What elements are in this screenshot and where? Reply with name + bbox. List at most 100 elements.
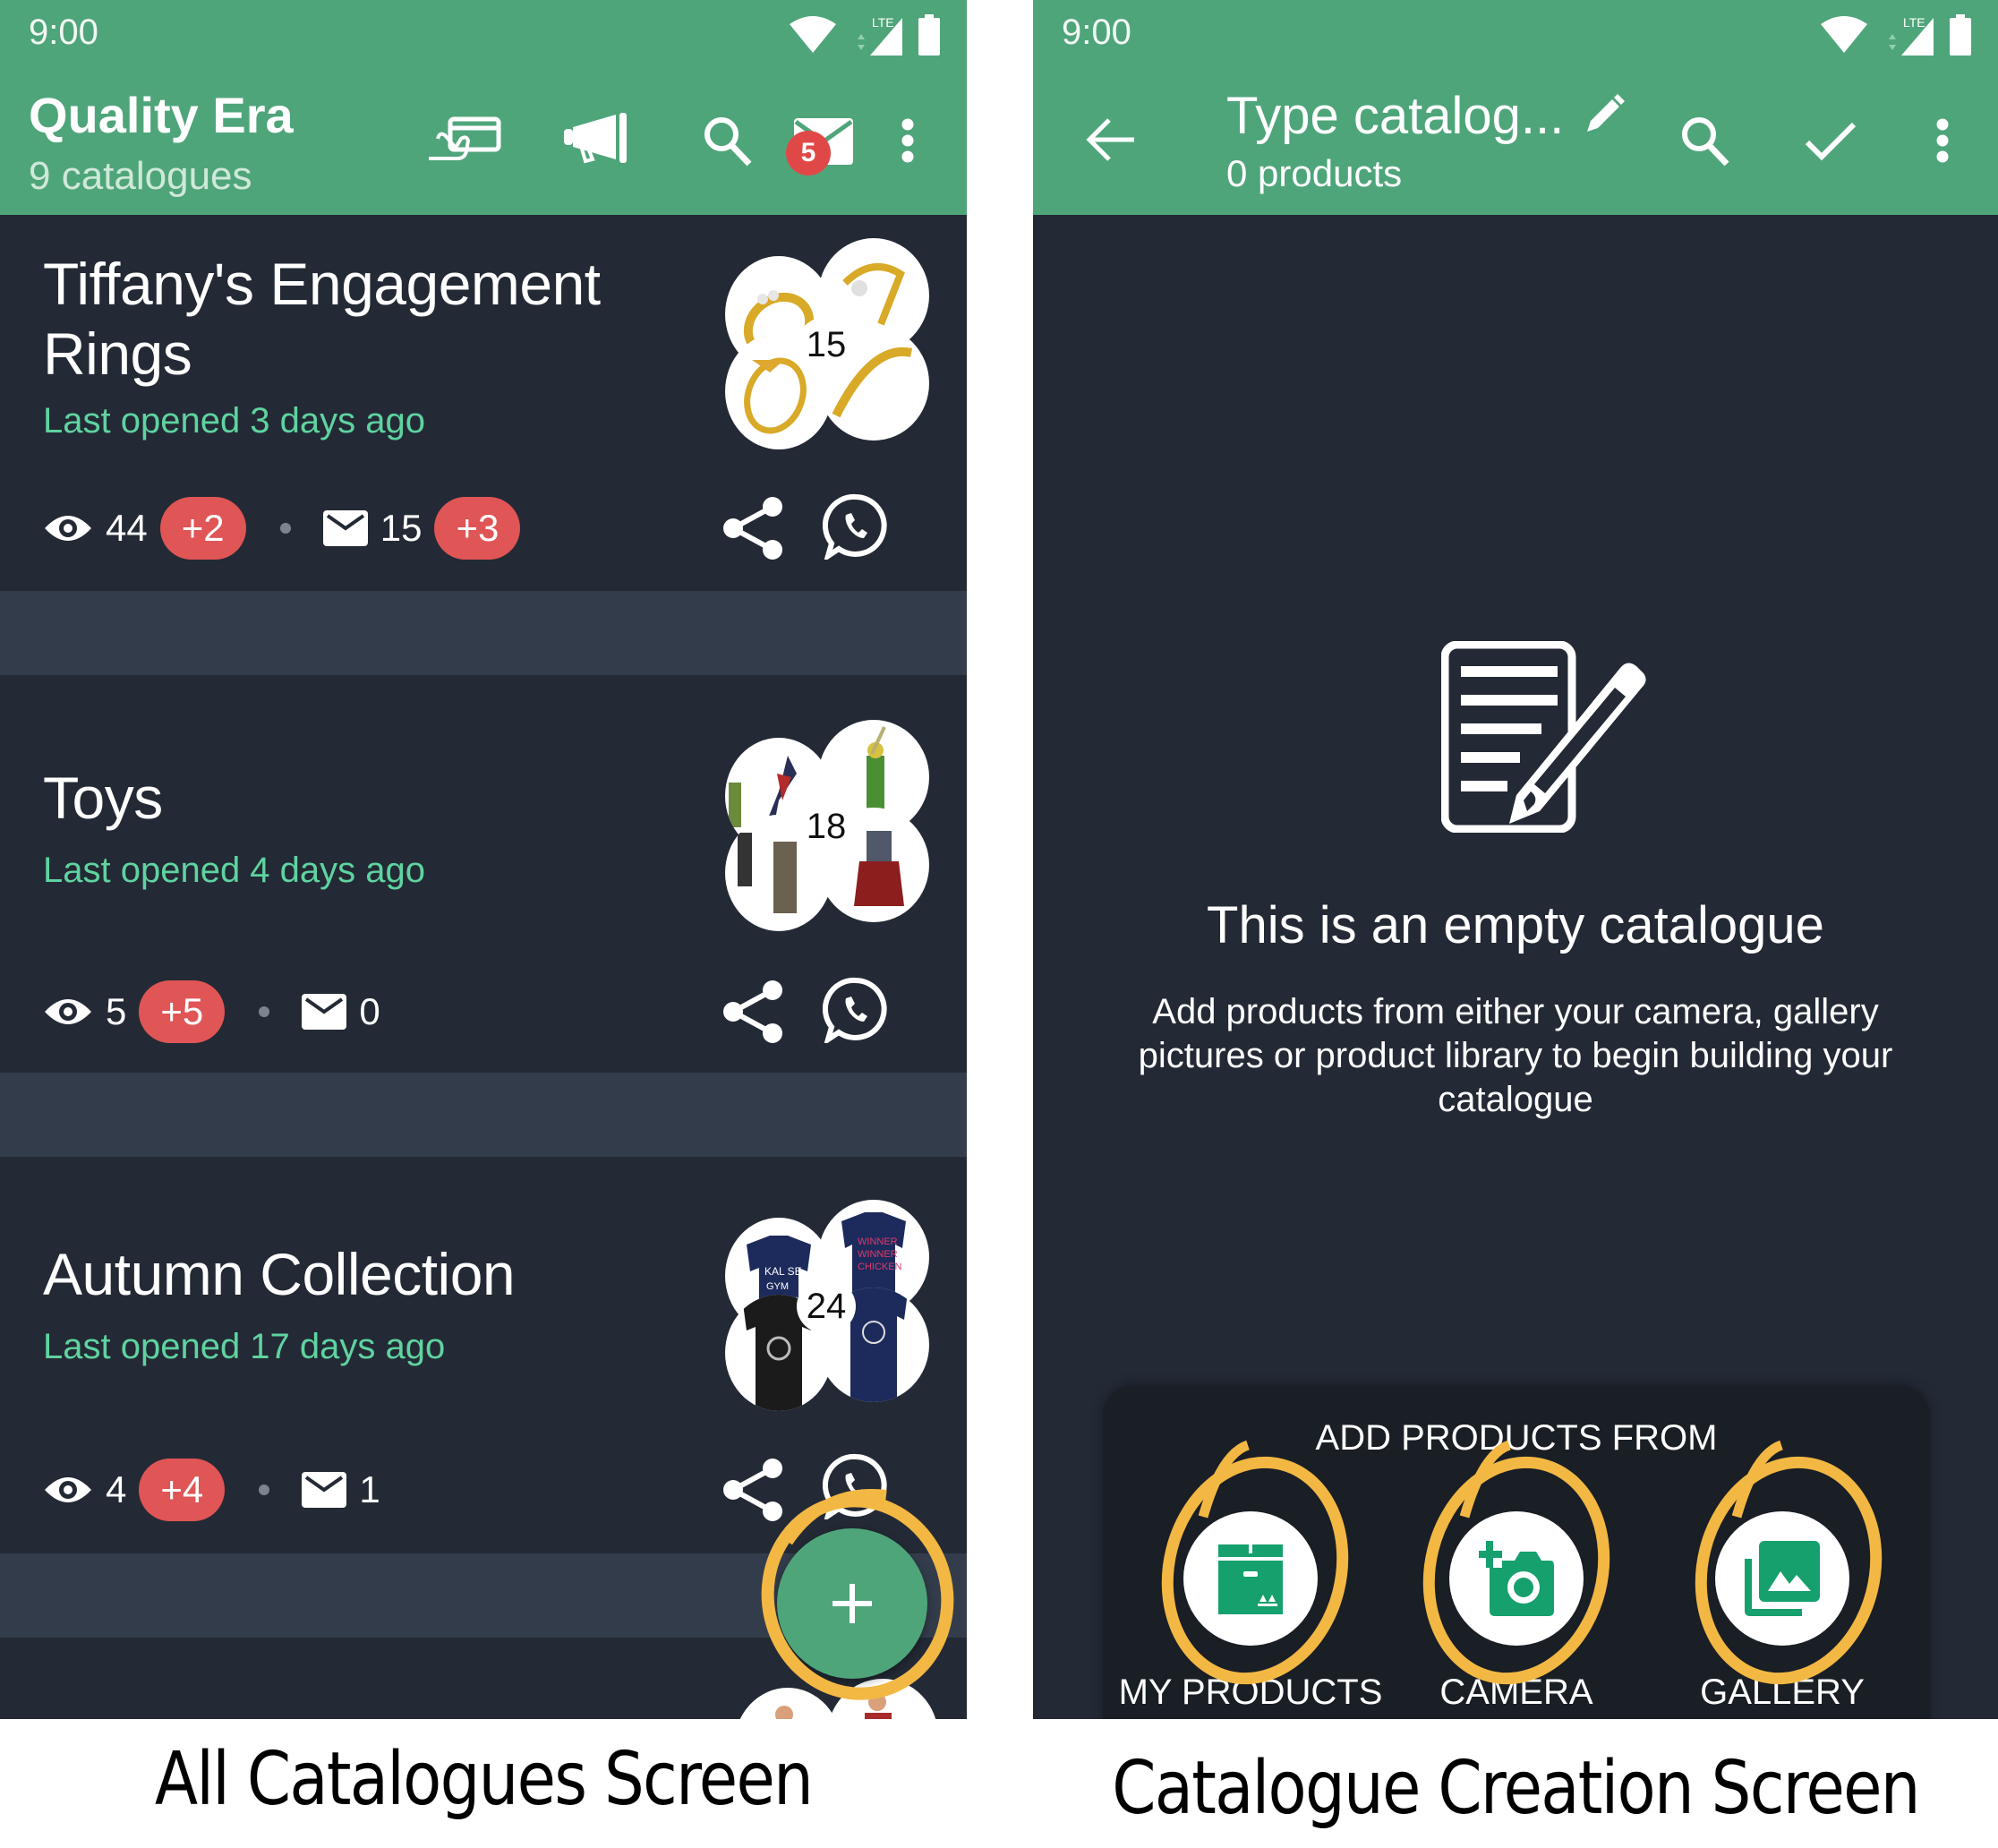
app-bar: 9:00 LTE Quality Era 9 catalogues 5 [0, 0, 967, 215]
product-count: 15 [797, 317, 856, 372]
back-arrow-icon [1086, 118, 1134, 161]
eye-icon [43, 996, 93, 1028]
payment-card-icon [429, 116, 501, 160]
camera-button [1449, 1511, 1584, 1646]
camera-option[interactable]: CAMERA [1405, 1493, 1628, 1712]
views-count: 5 [106, 990, 127, 1032]
edit-pencil-icon [1587, 94, 1625, 132]
share-icon [723, 980, 782, 1043]
catalogue-thumbnails: 15 [725, 238, 931, 449]
catalogue-stats: 44 +2 15 +3 [43, 494, 521, 562]
mail-icon [322, 510, 368, 546]
more-vert-icon [901, 118, 914, 163]
check-icon [1805, 122, 1857, 161]
catalogue-stats: 5 +5 0 [43, 978, 393, 1046]
eye-icon [43, 1474, 93, 1506]
whatsapp-share-button[interactable] [820, 974, 892, 1046]
sheet-title: ADD PRODUCTS FROM [1315, 1418, 1718, 1458]
my-products-button [1183, 1511, 1318, 1646]
megaphone-icon [564, 113, 627, 164]
svg-text:GYM: GYM [766, 1281, 789, 1292]
last-opened: Last opened 4 days ago [43, 851, 426, 890]
back-button[interactable] [1080, 111, 1142, 168]
catalogue-title: Autumn Collection [43, 1241, 516, 1307]
share-button[interactable] [720, 976, 786, 1048]
catalogue-title: Toys [43, 765, 163, 831]
more-options-button[interactable] [890, 111, 926, 170]
wifi-icon [790, 16, 836, 53]
svg-text:LTE: LTE [1903, 15, 1925, 30]
views-delta-badge: +2 [159, 497, 246, 560]
more-vert-icon [1936, 118, 1949, 163]
whatsapp-icon [823, 977, 887, 1043]
whatsapp-share-button[interactable] [820, 491, 892, 562]
mail-icon [302, 994, 347, 1030]
catalogue-card[interactable]: Toys Last opened 4 days ago 18 5 +5 0 [0, 675, 967, 1073]
svg-text:WINNER: WINNER [858, 1236, 898, 1247]
gallery-option[interactable]: GALLERY [1670, 1493, 1894, 1712]
create-catalogue-fab[interactable] [777, 1528, 927, 1679]
option-label: GALLERY [1700, 1673, 1865, 1712]
status-time: 9:00 [29, 13, 98, 52]
photo-library-icon [1745, 1541, 1820, 1616]
next-catalogue-thumbnails-peek [734, 1679, 938, 1719]
messages-count: 1 [359, 1468, 380, 1510]
views-count: 4 [106, 1468, 127, 1510]
catalogue-card[interactable]: Autumn Collection Last opened 17 days ag… [0, 1157, 967, 1553]
catalogue-stats: 4 +4 1 [43, 1456, 393, 1524]
search-icon [1682, 117, 1729, 167]
product-thumbnail [827, 1679, 938, 1719]
search-button[interactable] [696, 111, 759, 170]
product-count: 24 [797, 1279, 856, 1334]
caption-all-catalogues: All Catalogues Screen [154, 1737, 814, 1822]
svg-text:KAL SE: KAL SE [764, 1265, 802, 1278]
whatsapp-share-button[interactable] [820, 1450, 892, 1522]
search-icon [704, 117, 752, 167]
mail-icon [302, 1472, 347, 1508]
all-catalogues-screen: 9:00 LTE Quality Era 9 catalogues 5 Tiff… [0, 0, 967, 1719]
catalogue-card[interactable]: Tiffany's Engagement Rings Last opened 3… [0, 215, 967, 591]
messages-badge: 5 [786, 131, 831, 175]
status-icons: LTE [1819, 13, 1971, 57]
battery-icon [1950, 14, 1971, 56]
product-count: 0 products [1226, 152, 1403, 194]
share-button[interactable] [720, 492, 786, 564]
search-button[interactable] [1674, 111, 1737, 170]
separator-dot [259, 1006, 270, 1017]
svg-text:LTE: LTE [872, 15, 894, 30]
add-camera-icon [1479, 1541, 1554, 1616]
catalogue-thumbnails: KAL SEGYMCHALU WINNERWINNERCHICKEN 24 [725, 1200, 931, 1411]
plus-icon [832, 1584, 872, 1623]
signal-icon: LTE [1889, 15, 1934, 56]
signal-icon: LTE [858, 15, 902, 56]
broadcast-button[interactable] [560, 109, 632, 168]
product-thumbnail [734, 1688, 841, 1719]
svg-text:CHICKEN: CHICKEN [858, 1262, 902, 1272]
share-button[interactable] [720, 1454, 786, 1526]
catalogue-thumbnails: 18 [725, 720, 931, 931]
app-title: Quality Era [29, 87, 294, 143]
messages-button[interactable]: 5 [786, 113, 859, 175]
status-time: 9:00 [1062, 13, 1131, 52]
payments-button[interactable] [424, 109, 505, 168]
messages-count: 15 [380, 507, 423, 549]
views-delta-badge: +4 [139, 1459, 226, 1521]
whatsapp-icon [823, 493, 887, 560]
done-button[interactable] [1799, 115, 1862, 168]
my-products-option[interactable]: MY PRODUCTS [1119, 1493, 1382, 1712]
add-products-sheet: ADD PRODUCTS FROM MY PRODUCTS CAMERA GAL… [1103, 1386, 1930, 1719]
views-count: 44 [106, 507, 148, 549]
card-separator [0, 591, 967, 675]
gallery-button [1715, 1511, 1849, 1646]
share-icon [723, 1459, 782, 1521]
wifi-icon [1821, 16, 1867, 53]
catalogue-creation-screen: 9:00 LTE Type catalog... 0 products This… [1033, 0, 1998, 1719]
catalogue-name-field[interactable]: Type catalog... [1226, 86, 1564, 146]
box-icon [1218, 1544, 1283, 1614]
battery-icon [918, 14, 940, 56]
more-options-button[interactable] [1925, 111, 1960, 170]
status-icons: LTE [788, 13, 940, 57]
eye-icon [43, 512, 93, 544]
edit-name-button[interactable] [1581, 91, 1627, 138]
catalogue-count: 9 catalogues [29, 154, 252, 198]
